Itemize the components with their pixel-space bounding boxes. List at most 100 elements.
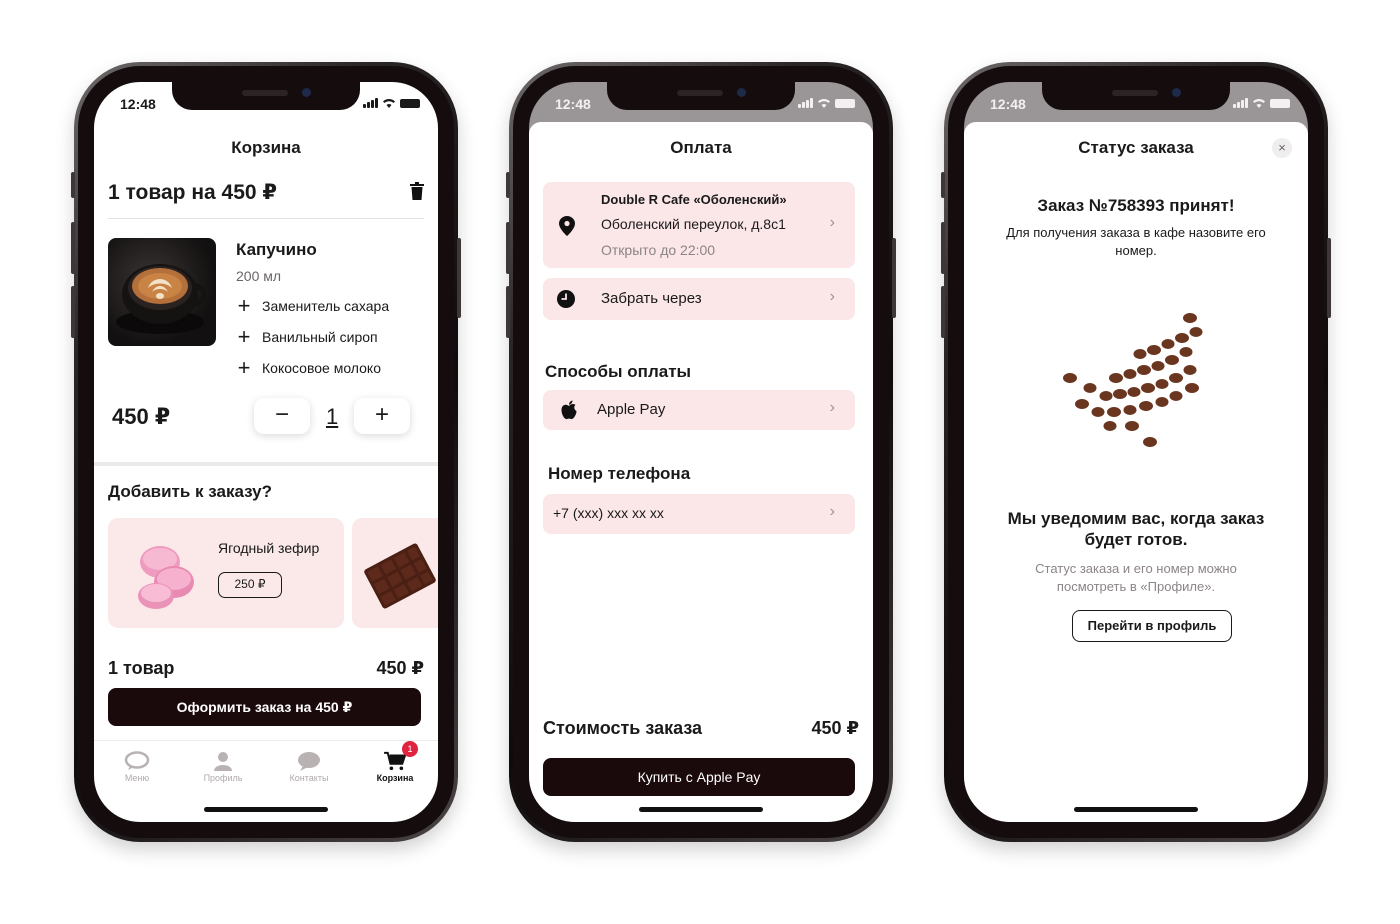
- payment-method-label: Apple Pay: [597, 401, 666, 418]
- trash-icon[interactable]: [410, 182, 424, 200]
- tab-label: Контакты: [289, 773, 329, 783]
- total-row: 1 товар 450 ₽: [108, 658, 424, 679]
- cart-summary: 1 товар на 450 ₽: [108, 181, 278, 204]
- wifi-icon: [383, 99, 395, 108]
- user-icon: [214, 752, 232, 771]
- power-button: [457, 238, 461, 318]
- phone-placeholder: +7 (xxx) xxx xx xx: [553, 505, 664, 521]
- tab-label: Профиль: [203, 773, 243, 783]
- order-status-sheet: Статус заказа × Заказ №758393 принят! Дл…: [964, 122, 1308, 822]
- close-button[interactable]: ×: [1272, 138, 1292, 158]
- speech-icon: [298, 752, 320, 771]
- chevron-right-icon: ›: [829, 214, 835, 231]
- upsell-card-chocolate[interactable]: [352, 518, 438, 628]
- marshmallow-image: [138, 546, 194, 609]
- screen-title: Оплата: [670, 138, 732, 157]
- order-status-screen: 12:48 Статус заказа × Заказ №758393 прин…: [964, 82, 1308, 822]
- phone-cart: 12:48 Корзина 1 товар на 450 ₽ Капучино …: [71, 62, 461, 842]
- mute-switch: [941, 172, 945, 198]
- increase-quantity-button[interactable]: +: [354, 398, 410, 434]
- chat-bubble-icon: [124, 751, 150, 770]
- signal-icon: [1233, 98, 1248, 108]
- decrease-quantity-button[interactable]: −: [254, 398, 310, 434]
- pickup-time-row[interactable]: Забрать через ›: [543, 278, 855, 320]
- notch: [607, 82, 795, 110]
- order-cost-label: Стоимость заказа: [543, 718, 703, 738]
- status-time: 12:48: [555, 96, 591, 112]
- coffee-beans-image: [1063, 313, 1203, 447]
- payment-sheet: Оплата Double R Cafe «Оболенский» Оболен…: [529, 122, 873, 822]
- notify-message: Мы уведомим вас, когда заказ будет готов…: [1007, 509, 1265, 549]
- chevron-right-icon: ›: [829, 288, 835, 305]
- battery-icon: [400, 99, 420, 108]
- signal-icon: [798, 98, 813, 108]
- upsell-item-price[interactable]: 250 ₽: [218, 572, 282, 598]
- cafe-hours: Открыто до 22:00: [601, 242, 716, 258]
- tab-menu[interactable]: Меню: [94, 741, 180, 788]
- status-time: 12:48: [120, 96, 156, 112]
- mute-switch: [71, 172, 75, 198]
- battery-icon: [835, 99, 855, 108]
- order-cost-value: 450 ₽: [811, 718, 859, 738]
- wifi-icon: [1253, 99, 1265, 108]
- apple-pay-row[interactable]: Apple Pay ›: [543, 390, 855, 430]
- screen-title: Статус заказа: [1078, 138, 1194, 157]
- upsell-item-name: Ягодный зефир: [218, 540, 320, 556]
- pickup-label: Забрать через: [601, 290, 702, 307]
- location-pin-icon: [559, 216, 575, 236]
- power-button: [892, 238, 896, 318]
- status-time: 12:48: [990, 96, 1026, 112]
- phone-number-title: Номер телефона: [548, 464, 691, 483]
- order-cost-row: Стоимость заказа 450 ₽: [543, 718, 859, 739]
- tab-label: Меню: [124, 773, 150, 783]
- phone-payment: 12:48 Оплата Double R Cafe «Оболенский» …: [506, 62, 896, 842]
- volume-up: [506, 222, 510, 274]
- home-indicator: [1074, 807, 1198, 812]
- signal-icon: [363, 98, 378, 108]
- volume-up: [941, 222, 945, 274]
- total-price: 450 ₽: [376, 658, 424, 678]
- checkout-button[interactable]: Оформить заказ на 450 ₽: [108, 688, 421, 726]
- tab-profile[interactable]: Профиль: [180, 741, 266, 788]
- cappuccino-image: [108, 238, 216, 346]
- upsell-card-marshmallow[interactable]: Ягодный зефир 250 ₽: [108, 518, 344, 628]
- notch: [172, 82, 360, 110]
- tab-label: Корзина: [376, 773, 414, 783]
- phone-number-field[interactable]: +7 (xxx) xxx xx xx ›: [543, 494, 855, 534]
- section-separator: [94, 462, 438, 466]
- cafe-card[interactable]: Double R Cafe «Оболенский» Оболенский пе…: [543, 182, 855, 268]
- plus-icon: +: [237, 324, 251, 349]
- addon-label: Заменитель сахара: [262, 298, 390, 314]
- upsell-title: Добавить к заказу?: [108, 482, 273, 501]
- phone-order-status: 12:48 Статус заказа × Заказ №758393 прин…: [941, 62, 1331, 842]
- chevron-right-icon: ›: [829, 503, 835, 520]
- tab-bar: Меню Профиль Контакты Корзина 1: [94, 740, 438, 788]
- divider: [108, 218, 424, 219]
- item-name: Капучино: [236, 240, 317, 259]
- volume-down: [506, 286, 510, 338]
- volume-up: [71, 222, 75, 274]
- buy-with-apple-pay-button[interactable]: Купить с Apple Pay: [543, 758, 855, 796]
- cart-screen: 12:48 Корзина 1 товар на 450 ₽ Капучино …: [94, 82, 438, 822]
- chocolate-image: [364, 543, 436, 609]
- addon-row: + Заменитель сахара: [236, 295, 390, 317]
- payment-methods-title: Способы оплаты: [545, 362, 692, 381]
- order-hint: Для получения заказа в кафе назовите его…: [1006, 225, 1266, 258]
- total-count: 1 товар: [108, 658, 175, 678]
- notch: [1042, 82, 1230, 110]
- tab-cart[interactable]: Корзина 1: [352, 741, 438, 788]
- apple-icon: [561, 400, 577, 420]
- addon-row: + Кокосовое молоко: [236, 357, 381, 379]
- battery-icon: [1270, 99, 1290, 108]
- volume-down: [941, 286, 945, 338]
- screen-title: Корзина: [231, 138, 301, 157]
- cart-badge: 1: [402, 741, 418, 757]
- mute-switch: [506, 172, 510, 198]
- chevron-right-icon: ›: [829, 399, 835, 416]
- addon-row: + Ванильный сироп: [236, 324, 378, 349]
- tab-contacts[interactable]: Контакты: [266, 741, 352, 788]
- payment-screen: 12:48 Оплата Double R Cafe «Оболенский» …: [529, 82, 873, 822]
- wifi-icon: [818, 99, 830, 108]
- home-indicator: [204, 807, 328, 812]
- go-to-profile-button[interactable]: Перейти в профиль: [1072, 610, 1232, 642]
